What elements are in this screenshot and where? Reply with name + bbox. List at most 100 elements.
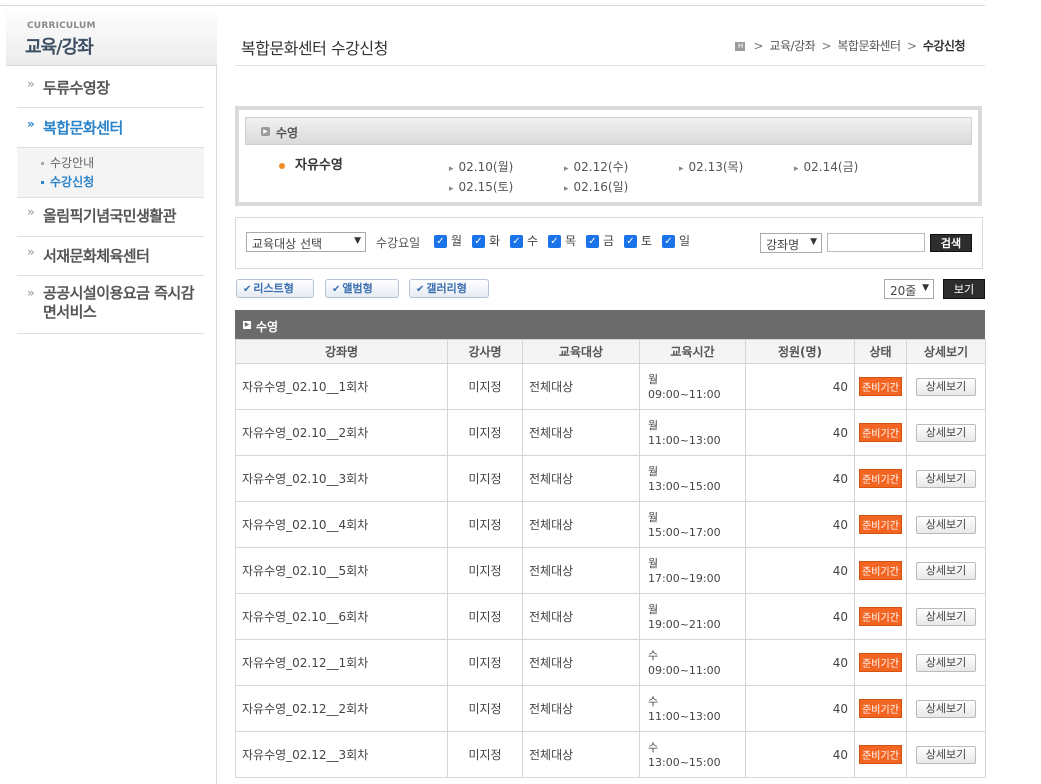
date-link[interactable]: ▸ 02.12(수) — [564, 158, 628, 175]
status-badge: 준비기간 — [859, 515, 902, 534]
page-title: 복합문화센터 수강신청 — [241, 39, 388, 58]
album-view-button[interactable]: ✔ 앨범형 — [325, 279, 399, 298]
date-link[interactable]: ▸ 02.13(목) — [679, 158, 743, 175]
course-day: 수 — [648, 740, 659, 754]
chevron-right-icon: > — [906, 39, 917, 53]
triangle-right-icon: ▸ — [794, 164, 799, 174]
course-time: 월 09:00~11:00 — [639, 363, 746, 410]
detail-cell: 상세보기 — [906, 639, 986, 686]
square-arrow-icon: ▶ — [243, 321, 251, 329]
status-cell: 준비기간 — [854, 639, 907, 686]
detail-cell: 상세보기 — [906, 363, 986, 410]
detail-cell: 상세보기 — [906, 685, 986, 732]
category-item[interactable]: 자유수영 — [279, 154, 343, 173]
sidebar-header: CURRICULUM 교육/강좌 — [6, 6, 217, 66]
capacity: 40 — [745, 501, 855, 548]
bullet-icon — [41, 181, 44, 184]
sidebar-item-fee-reduction[interactable]: » 공공시설이용요금 즉시감면서비스 — [17, 276, 204, 334]
day-checkbox-fri[interactable]: ✓ 금 — [586, 232, 614, 249]
target-group: 전체대상 — [522, 593, 640, 640]
search-input[interactable] — [827, 233, 925, 252]
sidebar-item-olympic-hall[interactable]: » 올림픽기념국민생활관 — [17, 198, 204, 237]
submenu-item-apply[interactable]: 수강신청 — [41, 173, 204, 192]
day-checkbox-tue[interactable]: ✓ 화 — [472, 232, 500, 249]
breadcrumb-current: 수강신청 — [922, 39, 966, 53]
detail-button[interactable]: 상세보기 — [916, 377, 976, 396]
category-box: ▶ 수영 자유수영 ▸ 02.10(월) ▸ 02.12(수) ▸ 02.13(목) … — [235, 106, 982, 206]
course-name: 자유수영_02.12__3회차 — [235, 731, 448, 778]
course-day: 월 — [648, 602, 659, 616]
sidebar-item-label: 올림픽기념국민생활관 — [43, 207, 177, 225]
detail-button[interactable]: 상세보기 — [916, 699, 976, 718]
chevron-down-icon: ▼ — [810, 237, 817, 247]
course-day: 월 — [648, 510, 659, 524]
date-link[interactable]: ▸ 02.10(월) — [449, 158, 513, 175]
chevron-right-icon: > — [753, 39, 764, 53]
course-table: 강좌명 강사명 교육대상 교육시간 정원(명) 상태 상세보기 자유수영_02.… — [235, 339, 986, 778]
detail-button[interactable]: 상세보기 — [916, 607, 976, 626]
double-chevron-right-icon: » — [27, 286, 35, 300]
status-badge: 준비기간 — [859, 699, 902, 718]
check-icon: ✔ — [416, 284, 425, 295]
date-link[interactable]: ▸ 02.16(일) — [564, 178, 628, 195]
detail-button[interactable]: 상세보기 — [916, 653, 976, 672]
submenu-item-guide[interactable]: 수강안내 — [41, 154, 204, 173]
status-badge: 준비기간 — [859, 469, 902, 488]
sidebar-item-culture-center[interactable]: » 복합문화센터 — [17, 108, 204, 148]
home-icon[interactable]: H — [735, 42, 746, 51]
target-group: 전체대상 — [522, 363, 640, 410]
checkbox-checked-icon: ✓ — [434, 235, 447, 248]
detail-cell: 상세보기 — [906, 409, 986, 456]
detail-button[interactable]: 상세보기 — [916, 515, 976, 534]
breadcrumb-item[interactable]: 교육/강좌 — [769, 39, 815, 53]
detail-cell: 상세보기 — [906, 501, 986, 548]
date-link[interactable]: ▸ 02.14(금) — [794, 158, 858, 175]
date-link[interactable]: ▸ 02.15(토) — [449, 178, 513, 195]
sidebar-item-seojae-center[interactable]: » 서재문화체육센터 — [17, 237, 204, 276]
target-group: 전체대상 — [522, 731, 640, 778]
course-time: 월 13:00~15:00 — [639, 455, 746, 502]
search-button[interactable]: 검색 — [930, 234, 972, 252]
target-select[interactable]: 교육대상 선택 ▼ — [246, 232, 366, 252]
course-day: 월 — [648, 418, 659, 432]
detail-button[interactable]: 상세보기 — [916, 469, 976, 488]
detail-button[interactable]: 상세보기 — [916, 561, 976, 580]
status-badge: 준비기간 — [859, 745, 902, 764]
submenu-label: 수강신청 — [50, 175, 95, 189]
status-cell: 준비기간 — [854, 593, 907, 640]
course-hours: 09:00~11:00 — [648, 663, 721, 677]
detail-button[interactable]: 상세보기 — [916, 423, 976, 442]
day-label: 목 — [565, 234, 577, 248]
day-checkbox-mon[interactable]: ✓ 월 — [434, 232, 462, 249]
course-hours: 15:00~17:00 — [648, 525, 721, 539]
gallery-view-button[interactable]: ✔ 갤러리형 — [409, 279, 489, 298]
detail-button[interactable]: 상세보기 — [916, 745, 976, 764]
day-checkbox-wed[interactable]: ✓ 수 — [510, 232, 538, 249]
checkbox-checked-icon: ✓ — [586, 235, 599, 248]
day-checkbox-sat[interactable]: ✓ 토 — [624, 232, 652, 249]
course-time: 월 19:00~21:00 — [639, 593, 746, 640]
day-checkbox-thu[interactable]: ✓ 목 — [548, 232, 576, 249]
target-group: 전체대상 — [522, 685, 640, 732]
day-checkbox-sun[interactable]: ✓ 일 — [662, 232, 690, 249]
table-row: 자유수영_02.10__1회차 미지정 전체대상 월 09:00~11:00 40 준비기간… — [235, 363, 986, 410]
list-view-button[interactable]: ✔ 리스트형 — [236, 279, 314, 298]
status-badge: 준비기간 — [859, 561, 902, 580]
triangle-right-icon: ▸ — [449, 184, 454, 194]
course-day: 수 — [648, 694, 659, 708]
sidebar-item-label: 공공시설이용요금 즉시감면서비스 — [43, 284, 195, 321]
view-button[interactable]: 보기 — [943, 279, 985, 299]
field-select[interactable]: 강좌명 ▼ — [760, 233, 822, 253]
bullet-icon — [41, 162, 44, 165]
breadcrumb-item[interactable]: 복합문화센터 — [837, 39, 901, 53]
capacity: 40 — [745, 593, 855, 640]
status-badge: 준비기간 — [859, 607, 902, 626]
column-header: 강좌명 — [235, 339, 448, 364]
teacher-name: 미지정 — [447, 593, 523, 640]
course-time: 수 11:00~13:00 — [639, 685, 746, 732]
per-page-select[interactable]: 20줄 ▼ — [884, 279, 934, 299]
date-label: 02.14(금) — [803, 160, 859, 174]
table-row: 자유수영_02.10__5회차 미지정 전체대상 월 17:00~19:00 40 준비기간… — [235, 547, 986, 594]
sidebar-item-duryu-pool[interactable]: » 두류수영장 — [17, 68, 204, 108]
status-cell: 준비기간 — [854, 685, 907, 732]
